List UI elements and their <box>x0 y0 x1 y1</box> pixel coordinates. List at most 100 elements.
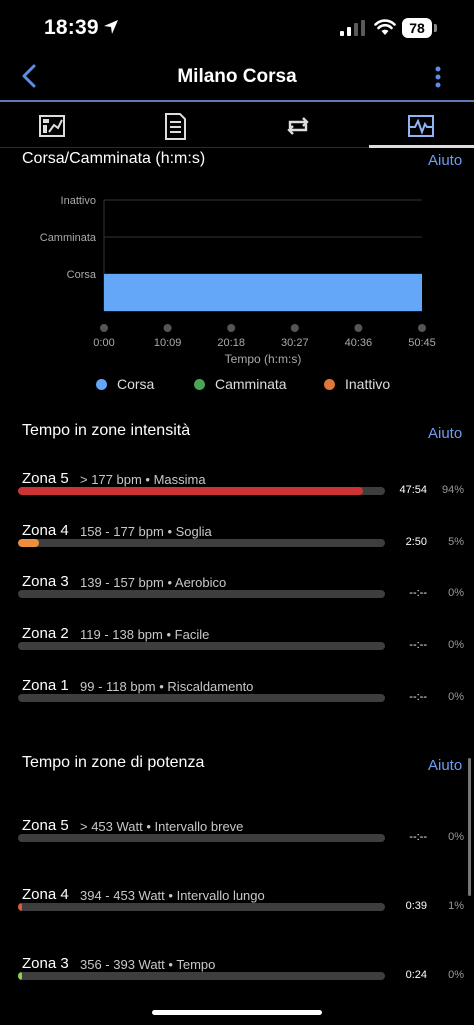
zone-time: --:-- <box>409 587 427 599</box>
zone-range: 99 - 118 bpm <box>80 679 156 694</box>
zone-description: 394 - 453 Watt • Intervallo lungo <box>80 888 265 903</box>
home-indicator[interactable] <box>152 1010 322 1015</box>
zone-bar <box>18 642 385 650</box>
legend-camminata-swatch <box>194 379 205 390</box>
x-tick-dot <box>290 324 299 332</box>
zone-percent: 5% <box>448 536 464 548</box>
zone-name: Zona 2 <box>22 625 69 642</box>
zone-separator: • <box>142 819 155 834</box>
zone-separator: • <box>155 679 168 694</box>
zone-bar <box>18 539 385 547</box>
legend-corsa-swatch <box>96 379 107 390</box>
y-tick-label: Inattivo <box>61 195 96 207</box>
cellular-signal-icon <box>340 20 365 36</box>
zone-percent: 1% <box>448 900 464 912</box>
zone-time: --:-- <box>409 639 427 651</box>
zone-percent: 0% <box>448 639 464 651</box>
zone-description: 356 - 393 Watt • Tempo <box>80 957 215 972</box>
hr-zones-help-link[interactable]: Aiuto <box>428 425 462 442</box>
loop-arrows-icon[interactable] <box>268 110 328 142</box>
zone-bar <box>18 487 385 495</box>
legend-corsa-label: Corsa <box>117 376 155 392</box>
zone-bar <box>18 590 385 598</box>
zone-time: 0:39 <box>405 900 427 912</box>
zone-description: 158 - 177 bpm • Soglia <box>80 524 212 539</box>
legend-inattivo-swatch <box>324 379 335 390</box>
legend-camminata: Camminata <box>194 376 287 392</box>
zone-range: 394 - 453 Watt <box>80 888 165 903</box>
x-tick-label: 30:27 <box>281 337 309 349</box>
zone-separator: • <box>164 957 177 972</box>
zone-description: > 453 Watt • Intervallo breve <box>80 819 243 834</box>
power-zones-title: Tempo in zone di potenza <box>22 754 205 771</box>
zone-label: Soglia <box>175 524 212 539</box>
y-tick-label: Corsa <box>67 269 97 281</box>
status-time: 18:39 <box>44 16 99 39</box>
zone-name: Zona 4 <box>22 886 69 903</box>
zone-bar <box>18 972 385 980</box>
zone-bar <box>18 903 385 911</box>
zone-time: 47:54 <box>399 484 427 496</box>
zone-name: Zona 5 <box>22 470 69 487</box>
x-tick-dot <box>163 324 172 332</box>
battery-tip <box>434 24 437 32</box>
zone-label: Facile <box>174 627 210 642</box>
zone-name: Zona 3 <box>22 955 69 972</box>
chart-summary-icon[interactable] <box>22 110 82 142</box>
zone-percent: 0% <box>448 691 464 703</box>
x-tick-label: 50:45 <box>408 337 436 349</box>
zone-percent: 0% <box>448 969 464 981</box>
tab-active-indicator <box>369 145 474 148</box>
zone-time: 0:24 <box>405 969 427 981</box>
legend-camminata-label: Camminata <box>215 376 287 392</box>
legend-inattivo-label: Inattivo <box>345 376 391 392</box>
bar-corsa <box>104 274 422 311</box>
x-tick-dot <box>100 324 108 332</box>
power-zones-help-link[interactable]: Aiuto <box>428 757 462 774</box>
battery-indicator: 78 <box>402 18 438 38</box>
zone-separator: • <box>164 888 177 903</box>
zone-time: 2:50 <box>405 536 427 548</box>
document-list-icon[interactable] <box>145 110 205 142</box>
zone-percent: 0% <box>448 831 464 843</box>
zone-range: > 453 Watt <box>80 819 143 834</box>
zone-separator: • <box>141 472 154 487</box>
x-tick-dot <box>354 324 363 332</box>
zone-separator: • <box>163 524 176 539</box>
zone-bar <box>18 694 385 702</box>
zone-description: > 177 bpm • Massima <box>80 472 206 487</box>
x-tick-dot <box>418 324 426 332</box>
y-tick-label: Camminata <box>40 232 97 244</box>
more-options-icon[interactable] <box>430 64 446 92</box>
zone-label: Intervallo lungo <box>176 888 265 903</box>
zone-range: 139 - 157 bpm <box>80 575 164 590</box>
zone-name: Zona 3 <box>22 573 69 590</box>
nav-divider <box>0 100 474 102</box>
zone-name: Zona 5 <box>22 817 69 834</box>
zone-bar-fill <box>18 539 39 547</box>
activity-graph-icon[interactable] <box>391 110 451 142</box>
zone-label: Aerobico <box>174 575 227 590</box>
zone-description: 119 - 138 bpm • Facile <box>80 627 209 642</box>
zone-bar-fill <box>18 487 363 495</box>
zone-time: --:-- <box>409 831 427 843</box>
zone-label: Tempo <box>176 957 216 972</box>
zone-label: Intervallo breve <box>154 819 244 834</box>
run-walk-help-link[interactable]: Aiuto <box>428 152 462 169</box>
zone-bar-fill <box>18 903 22 911</box>
legend-inattivo: Inattivo <box>324 376 390 392</box>
zone-label: Massima <box>153 472 206 487</box>
x-tick-label: 0:00 <box>93 337 114 349</box>
zone-description: 99 - 118 bpm • Riscaldamento <box>80 679 253 694</box>
scrollbar[interactable] <box>468 758 471 896</box>
zone-range: 119 - 138 bpm <box>80 627 163 642</box>
run-walk-title: Corsa/Camminata (h:m:s) <box>22 150 206 167</box>
zone-description: 139 - 157 bpm • Aerobico <box>80 575 226 590</box>
page-title: Milano Corsa <box>177 66 297 87</box>
zone-name: Zona 4 <box>22 522 69 539</box>
wifi-icon <box>374 19 396 35</box>
battery-level: 78 <box>402 18 432 38</box>
x-tick-label: 10:09 <box>154 337 182 349</box>
x-tick-label: 20:18 <box>217 337 245 349</box>
zone-separator: • <box>162 627 175 642</box>
